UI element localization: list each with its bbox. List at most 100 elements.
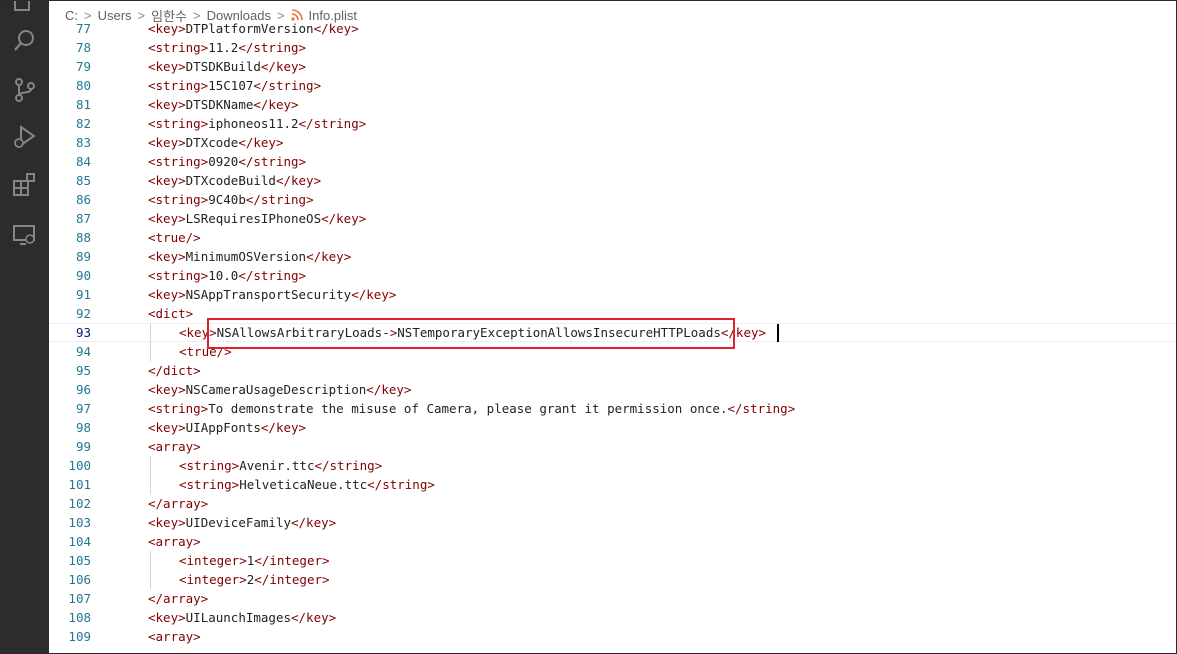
code-line[interactable]: 107 </array> (49, 589, 1176, 608)
source-control-icon[interactable] (12, 77, 38, 103)
code-line[interactable]: 89 <key>MinimumOSVersion</key> (49, 247, 1176, 266)
search-icon[interactable] (12, 28, 38, 54)
xml-tag: <true/> (179, 344, 232, 359)
indent-guide (150, 570, 151, 589)
xml-tag: </key> (275, 173, 322, 188)
xml-tag: <key> (179, 325, 217, 340)
code-line[interactable]: 87 <key>LSRequiresIPhoneOS</key> (49, 209, 1176, 228)
xml-tag: </integer> (254, 572, 330, 587)
code-line[interactable]: 81 <key>DTSDKName</key> (49, 95, 1176, 114)
line-code: <key>DTPlatformVersion</key> (148, 19, 359, 38)
code-line[interactable]: 85 <key>DTXcodeBuild</key> (49, 171, 1176, 190)
code-line[interactable]: 100 <string>Avenir.ttc</string> (49, 456, 1176, 475)
indent-guide (150, 456, 151, 475)
code-line[interactable]: 99 <array> (49, 437, 1176, 456)
line-code: <key>NSCameraUsageDescription</key> (148, 380, 411, 399)
line-code: <string>iphoneos11.2</string> (148, 114, 366, 133)
xml-tag: <string> (148, 78, 209, 93)
line-code: <key>DTSDKBuild</key> (148, 57, 306, 76)
code-line[interactable]: 83 <key>DTXcode</key> (49, 133, 1176, 152)
code-line[interactable]: 94 <true/> (49, 342, 1176, 361)
code-line[interactable]: 105 <integer>1</integer> (49, 551, 1176, 570)
line-code: <array> (148, 532, 201, 551)
line-code: <integer>2</integer> (179, 570, 330, 589)
xml-tag: </string> (727, 401, 796, 416)
line-number: 104 (68, 534, 91, 549)
line-number: 85 (75, 173, 91, 188)
run-debug-icon[interactable] (12, 124, 38, 150)
xml-text: 0920 (208, 154, 239, 169)
xml-tag: <key> (148, 249, 186, 264)
line-number: 88 (75, 230, 91, 245)
xml-tag: <key> (148, 59, 186, 74)
line-code: <key>UIAppFonts</key> (148, 418, 306, 437)
extensions-icon[interactable] (12, 172, 38, 198)
code-line[interactable]: 93 <key>NSAllowsArbitraryLoads->NSTempora… (49, 323, 1176, 342)
code-editor[interactable]: 77 <key>DTPlatformVersion</key> 78 <string>… (49, 19, 1176, 653)
code-line[interactable]: 103 <key>UIDeviceFamily</key> (49, 513, 1176, 532)
line-code: <key>DTXcode</key> (148, 133, 283, 152)
line-number: 81 (75, 97, 91, 112)
code-line[interactable]: 109 <array> (49, 627, 1176, 646)
code-line[interactable]: 92 <dict> (49, 304, 1176, 323)
xml-tag: </string> (245, 192, 314, 207)
code-line[interactable]: 96 <key>NSCameraUsageDescription</key> (49, 380, 1176, 399)
code-line[interactable]: 101 <string>HelveticaNeue.ttc</string> (49, 475, 1176, 494)
line-code: <string>15C107</string> (148, 76, 321, 95)
line-number: 107 (68, 591, 91, 606)
xml-text: NSAppTransportSecurity (185, 287, 352, 302)
code-line[interactable]: 95 </dict> (49, 361, 1176, 380)
line-number: 108 (68, 610, 91, 625)
xml-text: iphoneos11.2 (208, 116, 299, 131)
line-number: 100 (68, 458, 91, 473)
code-line[interactable]: 91 <key>NSAppTransportSecurity</key> (49, 285, 1176, 304)
line-code: </dict> (148, 361, 201, 380)
line-code: <string>To demonstrate the misuse of Cam… (148, 399, 795, 418)
xml-tag: </string> (367, 477, 435, 492)
code-line[interactable]: 88 <true/> (49, 228, 1176, 247)
line-number: 90 (75, 268, 91, 283)
line-number: 99 (75, 439, 91, 454)
xml-tag: <integer> (179, 553, 247, 568)
line-number: 82 (75, 116, 91, 131)
code-line[interactable]: 79 <key>DTSDKBuild</key> (49, 57, 1176, 76)
line-number: 109 (68, 629, 91, 644)
code-line[interactable]: 82 <string>iphoneos11.2</string> (49, 114, 1176, 133)
line-number: 97 (75, 401, 91, 416)
xml-tag: <key> (148, 420, 186, 435)
code-line[interactable]: 98 <key>UIAppFonts</key> (49, 418, 1176, 437)
xml-tag: <key> (148, 135, 186, 150)
xml-text: Avenir.ttc (239, 458, 315, 473)
xml-text: 9C40b (208, 192, 246, 207)
xml-text: DTSDKName (185, 97, 254, 112)
code-line[interactable]: 84 <string>0920</string> (49, 152, 1176, 171)
code-line[interactable]: 78 <string>11.2</string> (49, 38, 1176, 57)
xml-text: NSCameraUsageDescription (185, 382, 367, 397)
code-line[interactable]: 108 <key>UILaunchImages</key> (49, 608, 1176, 627)
xml-tag: <string> (148, 154, 209, 169)
line-code: <key>LSRequiresIPhoneOS</key> (148, 209, 366, 228)
xml-tag: </string> (238, 268, 307, 283)
code-line[interactable]: 102 </array> (49, 494, 1176, 513)
code-line[interactable]: 104 <array> (49, 532, 1176, 551)
code-line[interactable]: 80 <string>15C107</string> (49, 76, 1176, 95)
line-code: <key>UILaunchImages</key> (148, 608, 336, 627)
xml-tag: </key> (306, 249, 352, 264)
remote-explorer-icon[interactable] (12, 222, 38, 248)
code-line[interactable]: 90 <string>10.0</string> (49, 266, 1176, 285)
xml-tag: <string> (148, 40, 209, 55)
line-number: 92 (75, 306, 91, 321)
line-number: 80 (75, 78, 91, 93)
code-line[interactable]: 86 <string>9C40b</string> (49, 190, 1176, 209)
indent-guide (150, 551, 151, 570)
indent-guide (150, 475, 151, 494)
xml-tag: </key> (238, 135, 284, 150)
xml-text: NSTemporaryExceptionAllowsInsecureHTTPLo… (397, 325, 721, 340)
xml-tag: <string> (148, 116, 209, 131)
explorer-icon[interactable]: 3 (12, 0, 38, 16)
code-line[interactable]: 77 <key>DTPlatformVersion</key> (49, 19, 1176, 38)
xml-tag: <key> (148, 97, 186, 112)
code-line[interactable]: 97 <string>To demonstrate the misuse of C… (49, 399, 1176, 418)
line-code: <key>UIDeviceFamily</key> (148, 513, 336, 532)
code-line[interactable]: 106 <integer>2</integer> (49, 570, 1176, 589)
